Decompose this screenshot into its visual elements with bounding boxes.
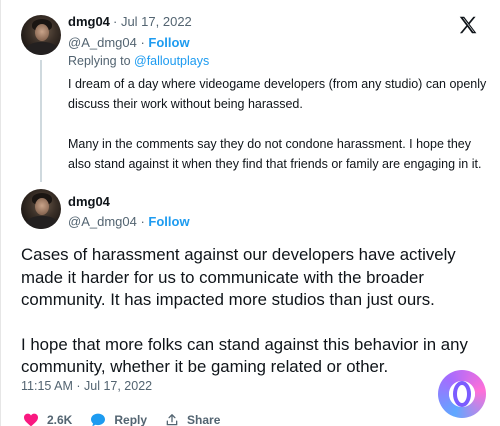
speech-bubble-icon [91,413,106,426]
tweet-paragraph: I dream of a day where videogame develop… [68,77,487,111]
handle-row: @A_dmg04 · Follow [68,35,190,50]
thread-line [40,60,42,182]
reply-button[interactable]: Reply [90,413,147,426]
mention-link[interactable]: @falloutplays [134,54,209,68]
app-watermark-icon [438,370,486,418]
avatar[interactable] [21,189,61,229]
display-name[interactable]: dmg04 [68,194,110,209]
action-bar: 2.6K Reply Share [23,412,238,426]
like-button[interactable]: 2.6K [23,413,72,426]
tweet-timestamp[interactable]: 11:15 AM · Jul 17, 2022 [21,379,152,393]
follow-button[interactable]: Follow [148,35,189,50]
tweet-paragraph: I hope that more folks can stand against… [21,334,468,377]
reply-label: Reply [114,413,148,426]
share-icon [166,414,178,426]
handle[interactable]: @A_dmg04 [68,35,137,50]
x-logo-icon[interactable] [457,14,479,36]
handle-row: @A_dmg04 · Follow [68,214,190,229]
display-name[interactable]: dmg04 [68,14,110,29]
tweet-paragraph: Many in the comments say they do not con… [68,137,482,171]
handle[interactable]: @A_dmg04 [68,214,137,229]
tweet-date[interactable]: · Jul 17, 2022 [113,14,192,29]
reply-tweet-text: I dream of a day where videogame develop… [68,74,488,174]
main-tweet-text: Cases of harassment against our develope… [21,244,491,379]
tweet-card: dmg04 · Jul 17, 2022 @A_dmg04 · Follow R… [0,0,500,426]
tweet-paragraph: Cases of harassment against our develope… [21,245,456,309]
follow-button[interactable]: Follow [148,214,189,229]
avatar[interactable] [21,15,61,55]
share-label: Share [187,413,221,426]
share-button[interactable]: Share [165,413,220,426]
replying-to: Replying to @falloutplays [68,54,210,68]
like-count: 2.6K [47,413,73,426]
heart-icon [24,413,38,426]
